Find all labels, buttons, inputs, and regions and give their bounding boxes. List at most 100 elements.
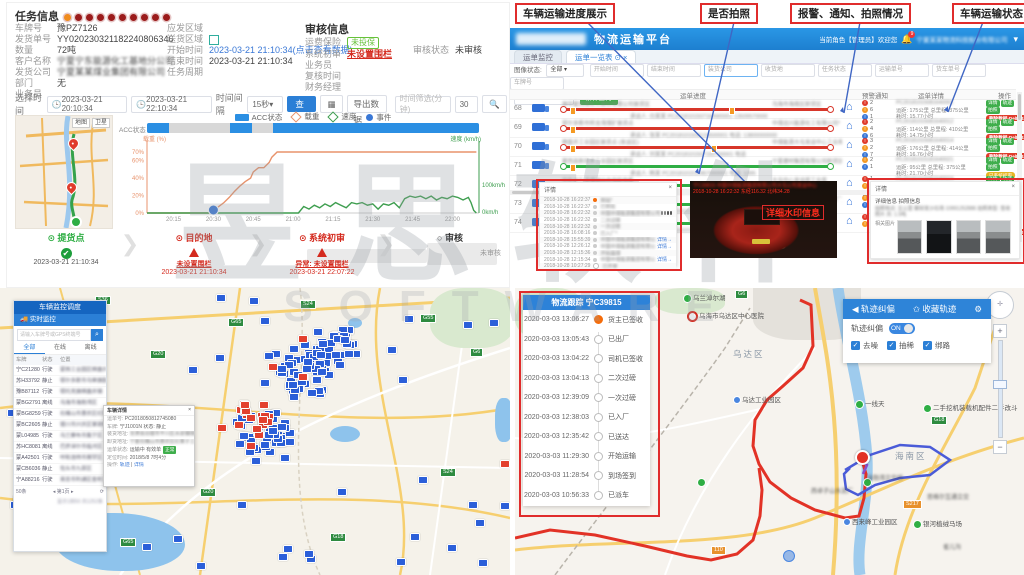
vehicle-marker[interactable] xyxy=(215,354,225,362)
photo-thumbnail[interactable] xyxy=(985,220,1011,254)
waybill-row-69[interactable]: 69鄂尔多斯市转龙湾煤矿装货点承运人: 张某 PC201810150812450… xyxy=(510,118,1016,138)
vehicle-marker[interactable] xyxy=(268,363,278,371)
vehicle-marker[interactable] xyxy=(217,424,227,432)
filter-input-开始时间[interactable]: 开始时间 xyxy=(590,64,644,77)
vehicle-marker[interactable] xyxy=(463,321,473,329)
vehicle-row[interactable]: 蒙BG8259行驶石嘴山市惠农区红果子 xyxy=(14,409,106,420)
vehicle-marker[interactable] xyxy=(500,502,510,510)
photo-thumbnail[interactable] xyxy=(956,220,982,254)
vehicle-marker[interactable] xyxy=(278,553,288,561)
legend-ACC状态[interactable]: ACC状态 xyxy=(235,112,283,123)
vehicle-marker[interactable] xyxy=(340,336,350,344)
vehicle-marker[interactable] xyxy=(280,454,290,462)
vehicle-marker[interactable] xyxy=(337,488,347,496)
legend-事件[interactable]: 事件 xyxy=(366,112,391,123)
correction-toggle[interactable]: ON xyxy=(889,323,915,334)
vehicle-marker[interactable] xyxy=(298,373,308,381)
photo-thumbnail[interactable] xyxy=(926,220,952,254)
zoom-out-button[interactable]: − xyxy=(993,440,1007,454)
legend-速度[interactable]: 速度 xyxy=(329,111,356,122)
拍照-button[interactable]: 拍照 xyxy=(986,107,1000,114)
vehicle-marker[interactable] xyxy=(316,351,326,359)
vehicle-marker[interactable] xyxy=(304,550,314,558)
vehicle-marker[interactable] xyxy=(252,425,262,433)
tab-waybill-list[interactable]: 运单一览表 ⊙ × xyxy=(566,50,636,63)
zoom-slider-thumb[interactable] xyxy=(993,380,1007,389)
vehicle-marker[interactable] xyxy=(196,562,206,570)
check-抽稀[interactable]: ✓抽稀 xyxy=(887,340,914,351)
close-icon[interactable]: × xyxy=(668,185,672,194)
vehicle-row[interactable]: 苏H33792静止鄂尔多斯市乌审旗图克镇 xyxy=(14,376,106,387)
vehicle-marker[interactable] xyxy=(410,533,420,541)
fleet-map[interactable]: G18S36G20G65S24G55G6S103G20G18S24G65 车辆监… xyxy=(0,288,510,575)
image-status-select[interactable]: 全部 ▾ xyxy=(546,64,584,77)
vehicle-row[interactable]: 蒙A42501行驶呼和浩特市赛罕区 xyxy=(14,453,106,464)
vehicle-marker[interactable] xyxy=(234,421,244,429)
tab-全部[interactable]: 全部 xyxy=(14,343,45,354)
bell-icon[interactable]: 🔔9 xyxy=(901,34,912,45)
vehicle-marker[interactable] xyxy=(387,346,397,354)
search-icon[interactable]: ⌕ xyxy=(91,329,103,341)
vehicle-row[interactable]: 宁A88216行驶吴忠市利通区金积工业园 xyxy=(14,475,106,486)
end-time-input[interactable]: 🕒 2023-03-21 22:10:34 xyxy=(131,96,212,113)
vehicle-row[interactable]: 宁C21280行驶蒙西工业园区棋盘井 xyxy=(14,365,106,376)
popup-tabs[interactable]: 详细信息 拍照信息 xyxy=(871,196,1019,206)
plate-search-input[interactable]: 请输入车牌号或GPS终端号 xyxy=(17,329,91,341)
详情-button[interactable]: 详情 xyxy=(986,119,1000,126)
save-track-tab[interactable]: ✩ 收藏轨迹 xyxy=(913,299,957,319)
check-绑路[interactable]: ✓绑路 xyxy=(923,340,950,351)
vehicle-marker[interactable] xyxy=(313,328,323,336)
vehicle-marker[interactable] xyxy=(396,558,406,566)
vehicle-marker[interactable] xyxy=(468,501,478,509)
轨迹-button[interactable]: 轨迹 xyxy=(1001,138,1015,145)
vehicle-marker[interactable] xyxy=(283,545,293,553)
query-button[interactable]: 查询 xyxy=(287,96,316,112)
pagination[interactable]: 50条◂ 第1页 ▸⟳ xyxy=(14,486,106,497)
vehicle-marker[interactable] xyxy=(258,416,268,424)
chevron-down-icon[interactable]: ▾ xyxy=(1013,34,1018,45)
close-icon[interactable]: × xyxy=(188,407,191,414)
legend-载重[interactable]: 载重 xyxy=(292,111,319,122)
gear-icon[interactable]: ⚙ xyxy=(974,299,982,319)
轨迹-button[interactable]: 轨迹 xyxy=(1001,100,1015,107)
vehicle-marker[interactable] xyxy=(251,457,261,465)
vehicle-marker[interactable] xyxy=(239,432,249,440)
realtime-subtab[interactable]: 🚚 实时监控 xyxy=(14,314,106,326)
track-replay-map[interactable]: 乌兰淖尔湖乌海市乌达区中心医院乌达区乌达工业园区家景废油资源产业园一线天二手挖机… xyxy=(515,288,1024,575)
vehicle-marker[interactable] xyxy=(318,340,328,348)
vehicle-marker[interactable] xyxy=(478,559,488,567)
vehicle-marker[interactable] xyxy=(216,294,226,302)
zoom-slider[interactable] xyxy=(998,340,1003,438)
vehicle-marker[interactable] xyxy=(173,535,183,543)
vehicle-marker[interactable] xyxy=(303,358,313,366)
zoom-in-button[interactable]: + xyxy=(993,324,1007,338)
vehicle-row[interactable]: 豫B87112行驶鄂托克旗棋盘井镇 xyxy=(14,387,106,398)
详情-button[interactable]: 详情 xyxy=(986,100,1000,107)
satellite-mode-button[interactable]: 卫星 xyxy=(92,118,110,128)
filter-input-收货地[interactable]: 收货地 xyxy=(761,64,815,77)
close-icon[interactable]: × xyxy=(1011,184,1015,193)
filter-input-装货公司[interactable]: 装货公司 xyxy=(704,64,758,77)
vehicle-marker[interactable] xyxy=(246,414,256,422)
company-select[interactable]: 宁夏某某物流科技股份有限公司 xyxy=(916,34,1007,44)
详情-button[interactable]: 详情 xyxy=(986,157,1000,164)
start-time-input[interactable]: 🕒 2023-03-21 20:10:34 xyxy=(47,96,128,113)
vehicle-row[interactable]: 蒙BG2791离线乌海市海勃湾区 xyxy=(14,398,106,409)
check-去噪[interactable]: ✓去噪 xyxy=(851,340,878,351)
detail-link[interactable]: 详情 xyxy=(134,462,144,468)
photo-thumbnail[interactable] xyxy=(897,220,923,254)
track-correct-tab[interactable]: ◀ 轨迹纠偏 xyxy=(852,299,895,319)
vehicle-marker[interactable] xyxy=(289,345,299,353)
waybill-row-70[interactable]: 70棋盘井工业园区装货点 (发运区)承运人: 刘某某 PC20181015071… xyxy=(510,137,1016,157)
vehicle-row[interactable]: 蒙BC2605静止银川市兴庆区掌政镇 xyxy=(14,420,106,431)
vehicle-marker[interactable] xyxy=(260,317,270,325)
filter-input-任务状态[interactable]: 任务状态 xyxy=(818,64,872,77)
track-link[interactable]: 轨迹 xyxy=(120,462,130,468)
vehicle-marker[interactable] xyxy=(249,297,259,305)
vehicle-marker[interactable] xyxy=(312,376,322,384)
waybill-row-71[interactable]: 71蒙西高新技术工业园区装货区承运人: 韩某 PC201810151045700… xyxy=(510,156,1016,176)
vehicle-marker[interactable] xyxy=(260,441,270,449)
tab-离线[interactable]: 离线 xyxy=(75,343,106,353)
vehicle-marker[interactable] xyxy=(260,379,270,387)
minute-filter-input[interactable]: 时间筛选(分钟) xyxy=(395,96,451,113)
